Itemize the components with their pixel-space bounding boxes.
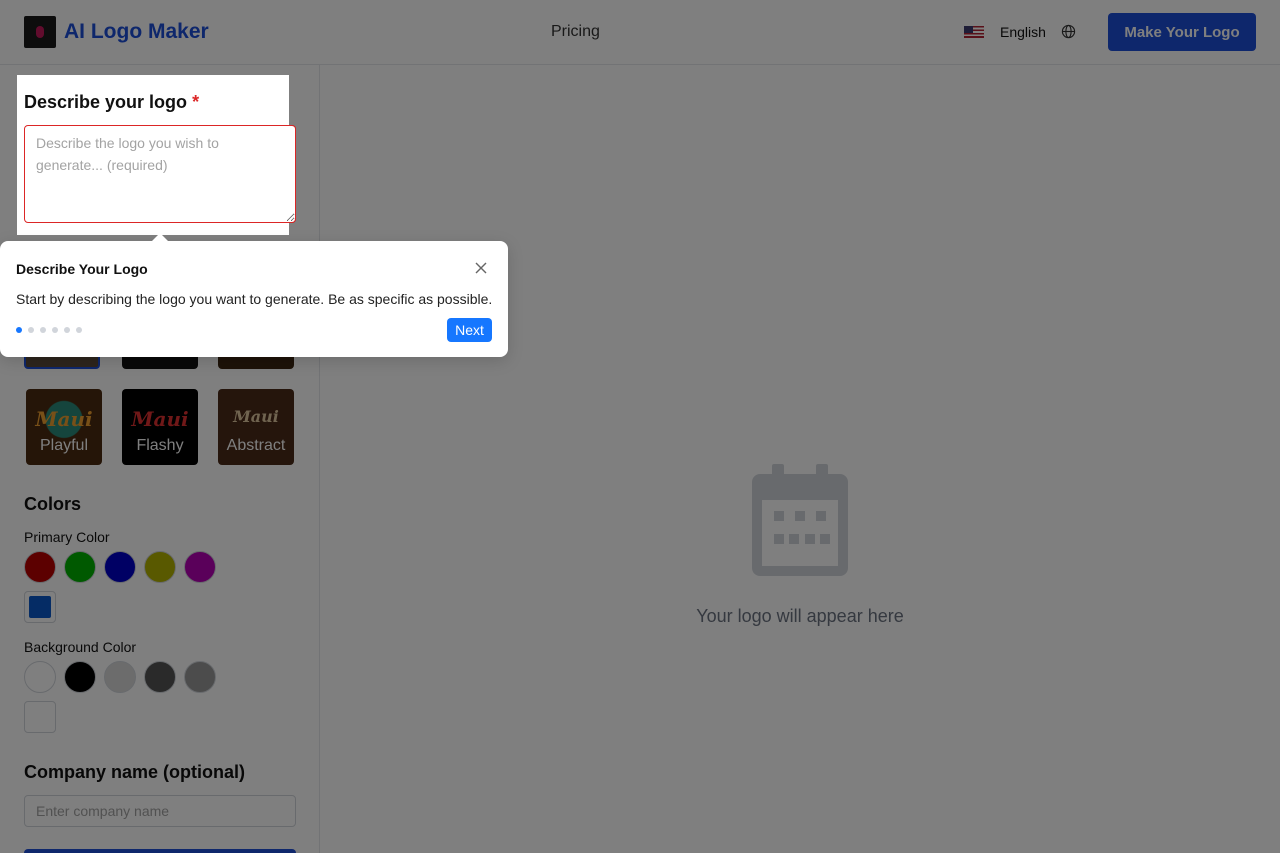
tour-step-dot xyxy=(28,327,34,333)
tour-step-dot xyxy=(40,327,46,333)
tour-step-dot xyxy=(64,327,70,333)
tour-next-button[interactable]: Next xyxy=(447,318,492,342)
tour-popover: Describe Your Logo Start by describing t… xyxy=(0,233,508,357)
tour-step-indicator xyxy=(16,327,82,333)
close-icon[interactable] xyxy=(474,261,488,275)
tour-body: Start by describing the logo you want to… xyxy=(16,291,493,307)
describe-title-highlighted: Describe your logo * xyxy=(24,92,200,112)
tour-step-dot xyxy=(76,327,82,333)
describe-logo-input-highlighted[interactable] xyxy=(24,125,296,223)
tour-title: Describe Your Logo xyxy=(16,261,148,277)
tour-step-dot xyxy=(52,327,58,333)
tour-step-dot xyxy=(16,327,22,333)
tour-arrow xyxy=(152,233,168,241)
